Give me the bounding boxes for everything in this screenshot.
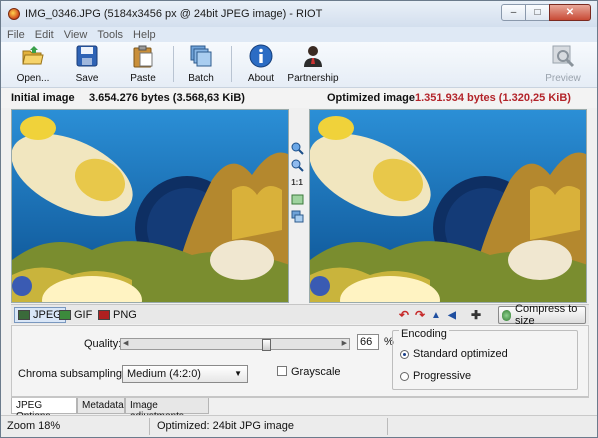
- compare-view-icon[interactable]: [290, 209, 304, 223]
- about-label: About: [247, 73, 275, 84]
- paste-button[interactable]: Paste: [123, 44, 163, 86]
- chroma-subsampling-select[interactable]: Medium (4:2:0) ▼: [122, 365, 248, 383]
- quality-label: Quality:: [84, 338, 122, 350]
- zoom-in-icon[interactable]: [290, 141, 304, 155]
- png-label: PNG: [113, 309, 137, 321]
- encoding-standard-radio[interactable]: [400, 350, 409, 359]
- rotate-left-icon[interactable]: ↶: [397, 308, 411, 322]
- image-info-bar: Initial image 3.654.276 bytes (3.568,63 …: [1, 88, 597, 108]
- encoding-progressive-radio[interactable]: [400, 372, 409, 381]
- window-title: IMG_0346.JPG (5184x3456 px @ 24bit JPEG …: [25, 8, 323, 20]
- open-button[interactable]: Open...: [13, 44, 53, 86]
- tab-png[interactable]: PNG: [95, 307, 140, 323]
- optimized-image-pane[interactable]: [309, 109, 587, 303]
- zoom-tools: 1:1: [290, 141, 306, 226]
- floppy-disk-icon: [76, 45, 98, 67]
- toolbar-separator: [173, 46, 174, 82]
- jpeg-file-icon: [18, 310, 30, 320]
- gif-label: GIF: [74, 309, 93, 321]
- window-controls: – □ ✕: [501, 4, 591, 21]
- encoding-title: Encoding: [399, 328, 449, 340]
- batch-button[interactable]: Batch: [181, 44, 221, 86]
- quality-slider[interactable]: ◀ ▶: [120, 338, 350, 351]
- status-bar: Zoom 18% Optimized: 24bit JPG image: [1, 415, 597, 437]
- rotate-right-icon[interactable]: ↷: [413, 308, 427, 322]
- initial-image-size: 3.654.276 bytes (3.568,63 KiB): [89, 92, 245, 104]
- menu-edit[interactable]: Edit: [35, 29, 54, 41]
- initial-image-pane[interactable]: [11, 109, 289, 303]
- partnership-button[interactable]: Partnership: [285, 44, 341, 86]
- options-tabs: JPEG Options Metadata Image adjustments: [11, 397, 589, 422]
- preview-label: Preview: [545, 73, 581, 84]
- preview-button[interactable]: Preview: [543, 44, 583, 86]
- zoom-out-icon[interactable]: [290, 158, 304, 172]
- optimization-status: Optimized: 24bit JPG image: [157, 420, 294, 432]
- slider-right-arrow[interactable]: ▶: [342, 339, 347, 349]
- initial-reef-image: [12, 110, 288, 302]
- format-bar: JPEG GIF PNG ↶ ↷ ▲ ◀ ✚ Compress to size: [11, 303, 589, 327]
- chroma-subsampling-value: Medium (4:2:0): [127, 368, 201, 380]
- batch-label: Batch: [188, 73, 214, 84]
- save-button[interactable]: Save: [67, 44, 107, 86]
- encoding-standard-label: Standard optimized: [413, 348, 508, 360]
- status-divider: [387, 418, 388, 435]
- optimized-image-label: Optimized image: [327, 92, 416, 104]
- magnifier-preview-icon: [552, 45, 575, 68]
- png-file-icon: [98, 310, 110, 320]
- gif-file-icon: [59, 310, 71, 320]
- close-button[interactable]: ✕: [549, 4, 591, 21]
- zoom-status: Zoom 18%: [7, 420, 61, 432]
- info-icon: [249, 44, 273, 68]
- batch-images-icon: [190, 45, 212, 67]
- menu-file[interactable]: File: [7, 29, 25, 41]
- tab-gif[interactable]: GIF: [56, 307, 95, 323]
- compress-icon: [502, 309, 512, 321]
- menu-view[interactable]: View: [64, 29, 88, 41]
- encoding-progressive-label: Progressive: [413, 370, 472, 382]
- tab-image-adjustments[interactable]: Image adjustments: [125, 398, 209, 422]
- slider-left-arrow[interactable]: ◀: [123, 339, 128, 349]
- menu-help[interactable]: Help: [133, 29, 156, 41]
- save-label: Save: [75, 73, 99, 84]
- toolbar-separator: [231, 46, 232, 82]
- menu-bar: File Edit View Tools Help: [1, 27, 597, 42]
- minimize-button[interactable]: –: [501, 4, 526, 21]
- chevron-down-icon: ▼: [234, 369, 242, 378]
- riot-app-icon: [8, 8, 20, 20]
- flip-horizontal-icon[interactable]: ▲: [429, 308, 443, 322]
- status-divider: [149, 418, 150, 435]
- compress-label: Compress to size: [515, 303, 578, 327]
- initial-image-label: Initial image: [11, 92, 75, 104]
- maximize-button[interactable]: □: [525, 4, 550, 21]
- grayscale-checkbox[interactable]: [277, 366, 287, 376]
- open-folder-icon: [22, 46, 44, 65]
- paste-label: Paste: [130, 73, 156, 84]
- optimized-reef-image: [310, 110, 586, 302]
- tab-metadata[interactable]: Metadata: [77, 398, 125, 414]
- grayscale-label: Grayscale: [291, 366, 341, 378]
- businessman-icon: [304, 46, 322, 67]
- actual-size-button[interactable]: 1:1: [290, 175, 304, 189]
- compress-to-size-button[interactable]: Compress to size: [498, 303, 586, 327]
- title-bar[interactable]: IMG_0346.JPG (5184x3456 px @ 24bit JPEG …: [1, 1, 597, 27]
- fit-to-window-icon[interactable]: [290, 192, 304, 206]
- jpeg-options-panel: Quality: ◀ ▶ 66 % Chroma subsampling: Me…: [11, 325, 589, 397]
- riot-window: IMG_0346.JPG (5184x3456 px @ 24bit JPEG …: [0, 0, 598, 438]
- flip-vertical-icon[interactable]: ◀: [445, 308, 459, 322]
- about-button[interactable]: About: [241, 44, 281, 86]
- toolbar: Open... Save Paste Batch About Partnersh…: [1, 42, 597, 88]
- resize-icon[interactable]: ✚: [469, 308, 483, 322]
- open-label: Open...: [16, 73, 50, 84]
- chroma-subsampling-label: Chroma subsampling:: [18, 368, 125, 380]
- tab-jpeg-options[interactable]: JPEG Options: [11, 398, 77, 422]
- quality-input[interactable]: 66: [357, 334, 379, 350]
- quality-slider-thumb[interactable]: [262, 339, 272, 351]
- clipboard-icon: [133, 45, 153, 68]
- menu-tools[interactable]: Tools: [97, 29, 123, 41]
- partnership-label: Partnership: [287, 73, 339, 84]
- optimized-image-size: 1.351.934 bytes (1.320,25 KiB): [415, 92, 571, 104]
